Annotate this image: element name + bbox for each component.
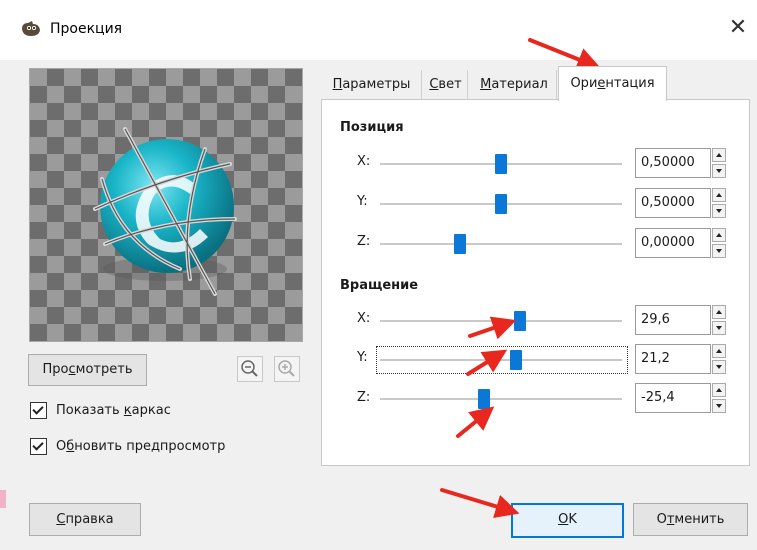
position-x-input[interactable]: 0,50000 (635, 148, 711, 178)
window-title: Проекция (50, 21, 123, 37)
tab-light[interactable]: Свет (424, 70, 468, 99)
arrow-ok-button (440, 488, 520, 519)
zoom-out-button[interactable] (237, 356, 263, 382)
rotation-z-label: Z: (357, 390, 371, 405)
spin-down-icon[interactable] (712, 360, 726, 374)
spin-up-icon[interactable] (712, 148, 726, 162)
position-x-slider-thumb[interactable] (495, 154, 507, 174)
sphere-preview (93, 127, 237, 296)
position-z-track[interactable] (380, 243, 622, 245)
gimp-icon (22, 21, 40, 36)
update-preview-label: Обновить предпросмотр (56, 438, 226, 454)
rotation-z-slider-thumb[interactable] (478, 389, 491, 409)
edge-mark (0, 490, 6, 508)
position-y-input[interactable]: 0,50000 (635, 188, 711, 218)
rotation-x-label: X: (357, 311, 371, 326)
tab-orientation[interactable]: Ориентация (558, 66, 667, 101)
close-icon[interactable]: ✕ (724, 14, 752, 42)
rotation-x-spinner (712, 305, 726, 335)
update-preview-checkbox[interactable] (30, 437, 47, 455)
position-y-slider-thumb[interactable] (495, 194, 507, 214)
dialog-window: Проекция ✕ Просмотреть Показать каркас О… (0, 0, 757, 550)
cancel-button[interactable]: Отменить (633, 503, 748, 536)
position-x-spinner (712, 148, 726, 178)
spin-down-icon[interactable] (712, 164, 726, 178)
tab-material[interactable]: Материал (472, 70, 557, 99)
ok-button[interactable]: ОK (511, 503, 624, 538)
preview-button-accel: с (68, 362, 76, 377)
zoom-in-icon (278, 360, 295, 377)
position-y-label: Y: (357, 194, 368, 209)
spin-up-icon[interactable] (712, 305, 726, 319)
update-preview-checkbox-row[interactable]: Обновить предпросмотр (30, 436, 225, 456)
rotation-z-spinner (712, 383, 726, 413)
preview-button-label-b: мотреть (75, 362, 133, 377)
spin-up-icon[interactable] (712, 344, 726, 358)
position-x-label: X: (357, 154, 371, 169)
rotation-y-track[interactable] (380, 359, 622, 361)
preview-button[interactable]: Просмотреть (28, 354, 147, 386)
zoom-out-icon (241, 360, 258, 377)
spin-down-icon[interactable] (712, 399, 726, 413)
preview-canvas (29, 68, 303, 342)
position-z-input[interactable]: 0,00000 (635, 228, 711, 258)
spin-up-icon[interactable] (712, 188, 726, 202)
spin-down-icon[interactable] (712, 204, 726, 218)
spin-up-icon[interactable] (712, 383, 726, 397)
rotation-z-input[interactable]: -25,4 (635, 383, 711, 413)
rotation-z-track[interactable] (380, 398, 622, 400)
tab-parameters[interactable]: Параметры (322, 70, 422, 99)
rotation-y-input[interactable]: 21,2 (635, 344, 711, 374)
zoom-in-button[interactable] (274, 356, 300, 382)
show-wireframe-label: Показать каркас (56, 402, 171, 418)
show-wireframe-checkbox-row[interactable]: Показать каркас (30, 400, 171, 420)
title-bar: Проекция ✕ (0, 0, 757, 60)
rotation-x-input[interactable]: 29,6 (635, 305, 711, 335)
spin-down-icon[interactable] (712, 244, 726, 258)
position-z-label: Z: (357, 234, 371, 249)
position-section-title: Позиция (340, 120, 404, 135)
show-wireframe-checkbox[interactable] (30, 401, 47, 419)
rotation-y-label: Y: (357, 350, 368, 365)
position-z-spinner (712, 228, 726, 258)
help-button[interactable]: Справка (29, 503, 141, 536)
position-z-slider-thumb[interactable] (453, 234, 466, 254)
rotation-x-track[interactable] (380, 320, 622, 322)
rotation-x-slider-thumb[interactable] (514, 311, 527, 331)
rotation-y-spinner (712, 344, 726, 374)
position-y-spinner (712, 188, 726, 218)
rotation-y-slider-thumb[interactable] (509, 350, 522, 370)
spin-down-icon[interactable] (712, 321, 726, 335)
spin-up-icon[interactable] (712, 228, 726, 242)
preview-button-label-a: Про (42, 362, 69, 377)
rotation-section-title: Вращение (340, 278, 419, 293)
